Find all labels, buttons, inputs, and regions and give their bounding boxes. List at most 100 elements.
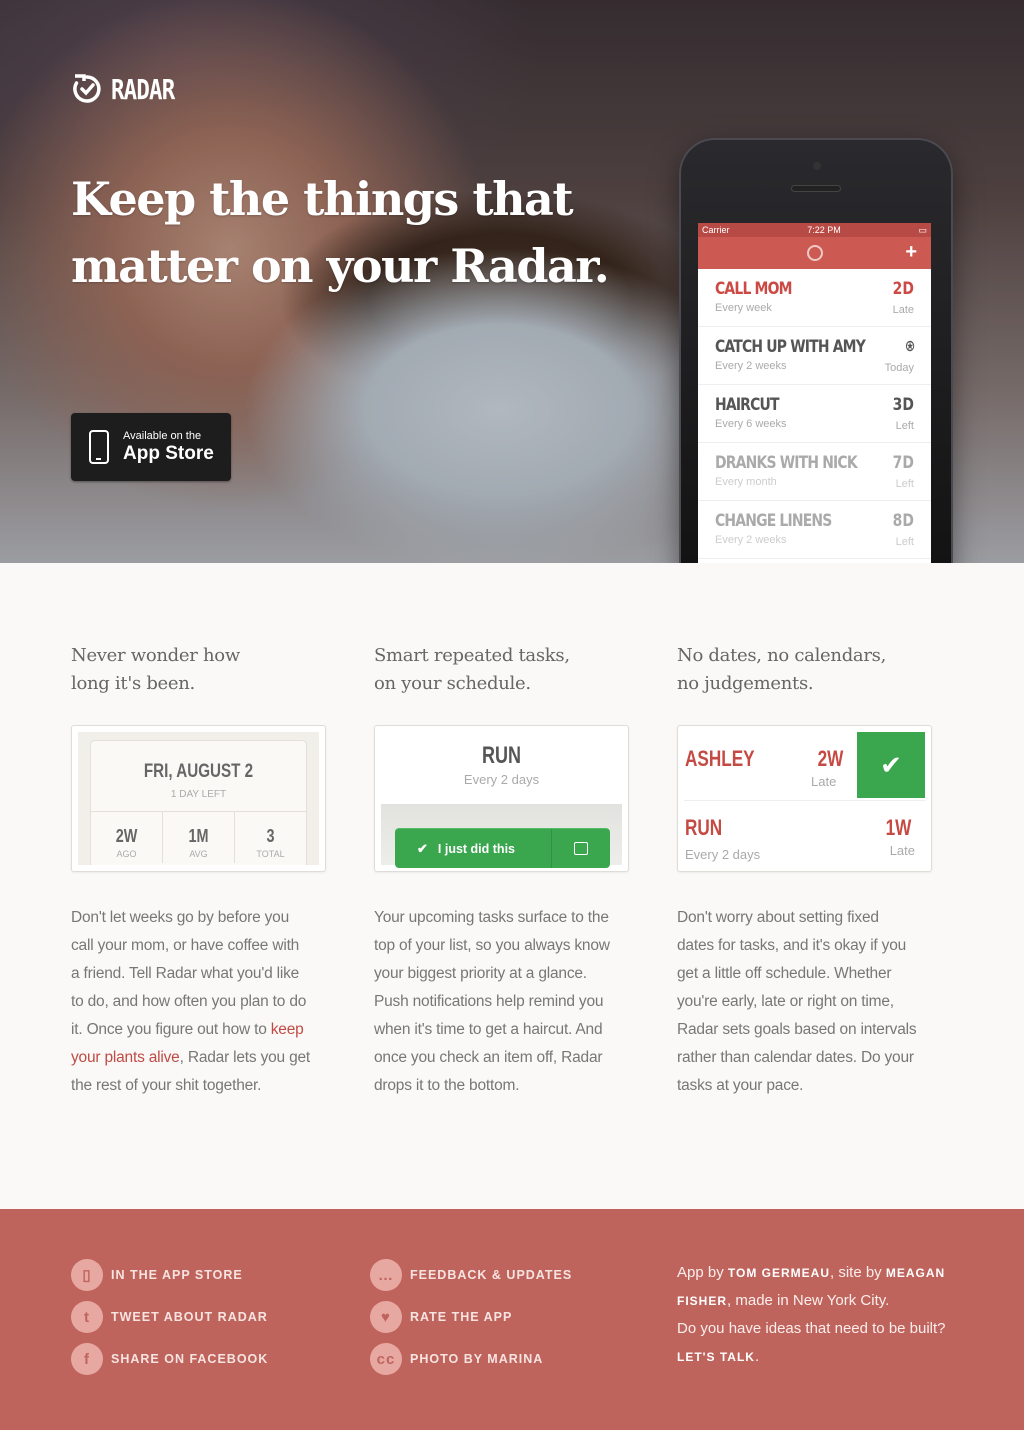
- calendar-icon[interactable]: [574, 842, 588, 855]
- feature-title-line: no judgements.: [677, 673, 814, 694]
- footer-credit: App by TOM GERMEAU, site by MEAGAN FISHE…: [677, 1259, 967, 1371]
- battery-icon: ▭: [918, 224, 927, 235]
- task-frequency: Every 2 weeks: [715, 534, 787, 546]
- footer-link-photo[interactable]: cc PHOTO BY MARINA: [370, 1343, 543, 1375]
- feature-title-line: long it's been.: [71, 673, 195, 694]
- task-row[interactable]: HAIRCUT Every 6 weeks 3D Left: [698, 385, 931, 443]
- stat-ago: 2W AGO: [91, 812, 163, 863]
- task-name: RUN: [685, 815, 723, 840]
- feature-title-line: No dates, no calendars,: [677, 645, 887, 666]
- footer-link-label: TWEET ABOUT RADAR: [111, 1310, 268, 1324]
- history-date: FRI, AUGUST 2: [143, 761, 254, 782]
- star-icon: ⍟: [905, 337, 914, 357]
- feature-body: Don't worry about setting fixed dates fo…: [677, 909, 917, 1094]
- credit-text: , made in New York City.: [727, 1292, 890, 1309]
- task-name: CALL MOM: [715, 279, 793, 299]
- task-row-run[interactable]: RUN Every 2 days 1W Late: [684, 800, 925, 868]
- task-status: Late: [889, 843, 915, 858]
- task-detail-card: RUN Every 2 days ✔ I just did this: [374, 725, 629, 872]
- task-amount: 7D: [892, 453, 914, 473]
- phone-mockup: Carrier 7:22 PM ▭ + CALL MOM Every week …: [681, 140, 951, 563]
- footer-link-app-store[interactable]: ▯ IN THE APP STORE: [71, 1259, 243, 1291]
- author-link-tom[interactable]: TOM GERMEAU: [728, 1266, 830, 1280]
- body-text: Don't let weeks go by before you call yo…: [71, 909, 307, 1038]
- history-box: FRI, AUGUST 2 1 DAY LEFT 2W AGO 1M AVG 3…: [90, 740, 307, 865]
- check-icon: ✔: [417, 840, 428, 856]
- feature-title-line: on your schedule.: [374, 673, 531, 694]
- task-name: HAIRCUT: [715, 395, 780, 415]
- phone-icon: [89, 430, 109, 464]
- feature-title: Smart repeated tasks, on your schedule.: [374, 642, 629, 698]
- logo-text: RADAR: [111, 72, 175, 106]
- stat-avg: 1M AVG: [163, 812, 235, 863]
- appstore-large-label: App Store: [123, 443, 214, 464]
- status-bar: Carrier 7:22 PM ▭: [698, 223, 931, 237]
- history-days-left: 1 DAY LEFT: [170, 789, 227, 800]
- task-amount: 2D: [892, 279, 914, 299]
- feature-title-line: Smart repeated tasks,: [374, 645, 570, 666]
- radar-nav-icon: [806, 245, 823, 261]
- add-task-button[interactable]: +: [905, 241, 917, 264]
- feature-history: Never wonder how long it's been. FRI, AU…: [71, 642, 326, 1094]
- app-store-button[interactable]: Available on the App Store: [71, 413, 231, 481]
- hero-headline: Keep the things that matter on your Rada…: [71, 172, 610, 293]
- button-divider: [551, 829, 552, 868]
- task-name: CATCH UP WITH AMY: [715, 337, 866, 357]
- task-detail-footer: ✔ I just did this: [381, 804, 622, 868]
- task-frequency: Every month: [715, 476, 777, 488]
- stat-label: TOTAL: [256, 849, 285, 859]
- phone-screen: Carrier 7:22 PM ▭ + CALL MOM Every week …: [698, 223, 931, 563]
- task-frequency: Every 6 weeks: [715, 418, 787, 430]
- history-card: FRI, AUGUST 2 1 DAY LEFT 2W AGO 1M AVG 3…: [71, 725, 326, 872]
- stat-label: AVG: [189, 849, 208, 859]
- twitter-icon: t: [71, 1301, 103, 1333]
- task-detail-header: RUN Every 2 days: [381, 732, 622, 802]
- button-label: I just did this: [437, 841, 515, 856]
- stat-value: 2W: [115, 826, 138, 846]
- footer-link-feedback[interactable]: … FEEDBACK & UPDATES: [370, 1259, 572, 1291]
- just-did-this-button[interactable]: ✔ I just did this: [395, 828, 610, 868]
- history-stats: 2W AGO 1M AVG 3 TOTAL: [91, 811, 306, 863]
- task-status: Late: [892, 304, 914, 316]
- swipe-card: ASHLEY 2W Late ✔ RUN Every 2 days 1W Lat…: [677, 725, 932, 872]
- facebook-icon: f: [71, 1343, 103, 1375]
- credit-text: , site by: [830, 1264, 886, 1281]
- task-amount: 8D: [892, 511, 914, 531]
- task-name: ASHLEY: [685, 746, 755, 771]
- stat-total: 3 TOTAL: [235, 812, 306, 863]
- feature-nodates: No dates, no calendars, no judgements. A…: [677, 642, 932, 1094]
- task-amount: 2W: [817, 746, 844, 771]
- complete-check-icon[interactable]: ✔: [857, 732, 925, 798]
- footer-link-facebook[interactable]: f SHARE ON FACEBOOK: [71, 1343, 268, 1375]
- phone-speaker: [791, 185, 841, 192]
- task-row[interactable]: CATCH UP WITH AMY Every 2 weeks ⍟ Today: [698, 327, 931, 385]
- task-status: Left: [895, 478, 914, 490]
- footer-link-rate[interactable]: ♥ RATE THE APP: [370, 1301, 512, 1333]
- hero-section: RADAR Keep the things that matter on you…: [0, 0, 1024, 563]
- task-row[interactable]: CALL MOM Every week 2D Late: [698, 269, 931, 327]
- footer-link-tweet[interactable]: t TWEET ABOUT RADAR: [71, 1301, 268, 1333]
- footer-link-label: PHOTO BY MARINA: [410, 1352, 544, 1366]
- task-name: DRANKS WITH NICK: [715, 453, 858, 473]
- task-amount: 3D: [892, 395, 914, 415]
- task-row-ashley[interactable]: ASHLEY 2W Late ✔: [684, 732, 925, 800]
- chat-icon: …: [370, 1259, 402, 1291]
- task-status: Today: [884, 362, 914, 374]
- task-row[interactable]: DRANKS WITH NICK Every month 7D Left: [698, 443, 931, 501]
- heart-icon: ♥: [370, 1301, 402, 1333]
- feature-body: Don't let weeks go by before you call yo…: [71, 904, 311, 1100]
- task-row[interactable]: CHANGE LINENS Every 2 weeks 8D Left: [698, 501, 931, 559]
- app-navbar: +: [698, 237, 931, 269]
- feature-title-line: Never wonder how: [71, 645, 240, 666]
- appstore-small-label: Available on the: [123, 430, 202, 442]
- feature-repeated: Smart repeated tasks, on your schedule. …: [374, 642, 629, 1094]
- footer-link-label: RATE THE APP: [410, 1310, 513, 1324]
- stat-value: 1M: [188, 826, 209, 846]
- logo[interactable]: RADAR: [71, 72, 190, 106]
- radar-check-icon: [73, 74, 101, 103]
- time-label: 7:22 PM: [807, 225, 841, 235]
- credit-text: .: [754, 1348, 760, 1365]
- footer-link-label: SHARE ON FACEBOOK: [111, 1352, 269, 1366]
- carrier-label: Carrier: [702, 225, 730, 235]
- lets-talk-link[interactable]: LET'S TALK: [677, 1350, 755, 1364]
